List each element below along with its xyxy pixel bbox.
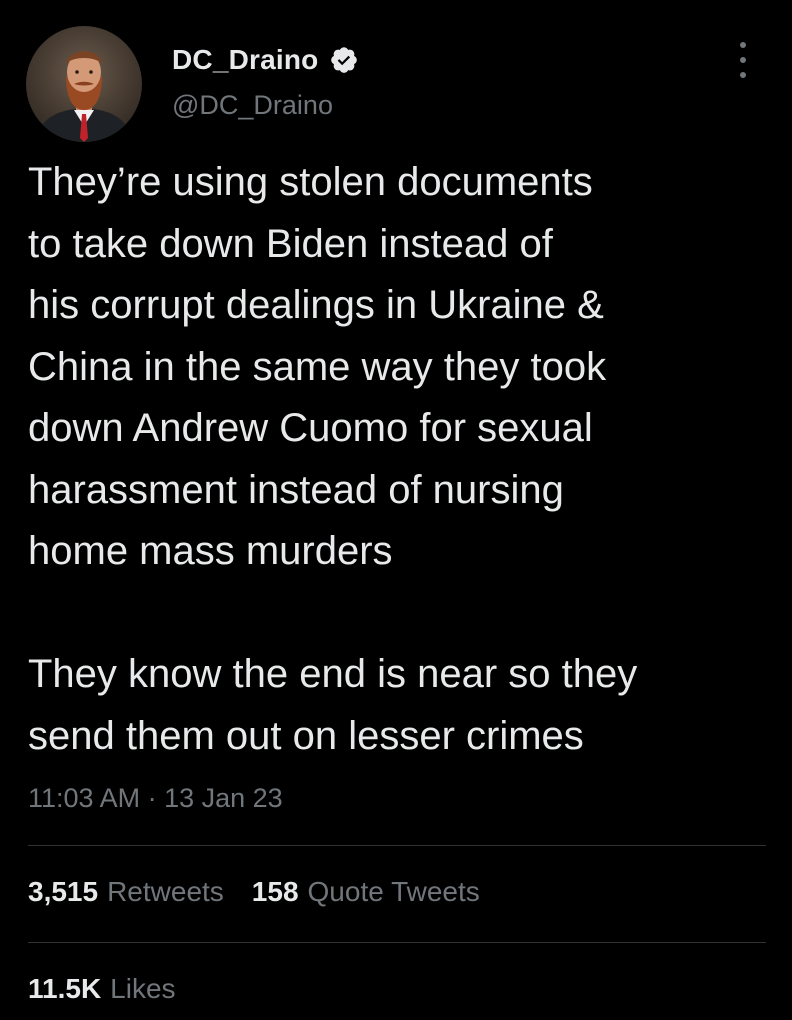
tweet-text: They’re using stolen documents to take d… — [28, 160, 638, 758]
retweets-stat[interactable]: 3,515 Retweets — [28, 876, 224, 908]
quote-tweets-stat[interactable]: 158 Quote Tweets — [252, 876, 480, 908]
engagement-row: 3,515 Retweets 158 Quote Tweets — [28, 876, 508, 908]
verified-badge-icon — [329, 45, 359, 75]
retweets-label: Retweets — [107, 876, 224, 907]
author-name-row: DC_Draino — [172, 40, 359, 80]
quote-tweets-label: Quote Tweets — [307, 876, 480, 907]
divider — [28, 845, 766, 846]
divider — [28, 942, 766, 943]
quote-tweets-count: 158 — [251, 876, 299, 907]
more-dot — [740, 72, 746, 78]
likes-label: Likes — [110, 973, 176, 1004]
more-dot — [740, 57, 746, 63]
tweet-timestamp[interactable]: 11:03 AM · 13 Jan 23 — [28, 783, 283, 814]
more-vertical-icon[interactable] — [728, 42, 758, 78]
likes-stat[interactable]: 11.5K Likes — [28, 973, 176, 1005]
retweets-count: 3,515 — [28, 876, 99, 907]
tweet-detail: DC_Draino @DC_Draino They’re using stole… — [0, 0, 792, 1020]
avatar[interactable] — [26, 26, 142, 142]
avatar-image — [26, 26, 142, 142]
likes-row: 11.5K Likes — [28, 973, 204, 1005]
author-display-name[interactable]: DC_Draino — [172, 44, 319, 76]
likes-count: 11.5K — [28, 973, 102, 1004]
author-handle[interactable]: @DC_Draino — [172, 90, 333, 121]
more-dot — [740, 42, 746, 48]
